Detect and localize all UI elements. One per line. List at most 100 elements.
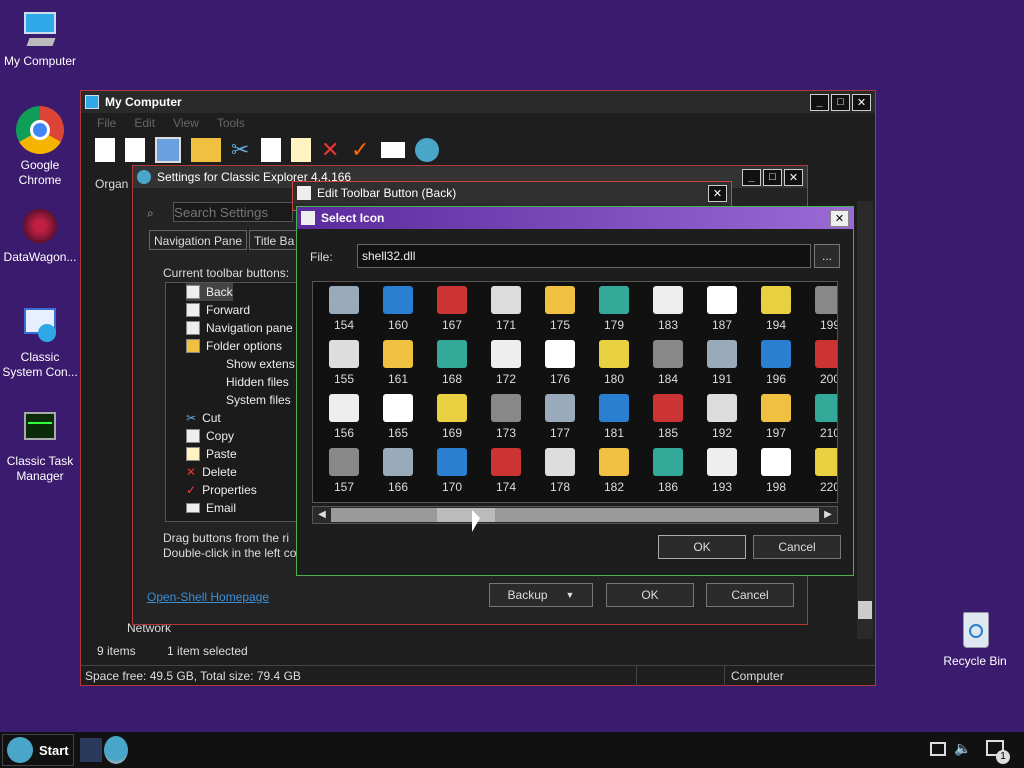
close-button[interactable]: ✕: [830, 209, 849, 227]
icon-cell[interactable]: 183: [641, 284, 695, 338]
open-shell-icon[interactable]: [415, 138, 439, 162]
explorer-titlebar[interactable]: My Computer _ □ ✕: [81, 91, 875, 113]
icon-cell[interactable]: 179: [587, 284, 641, 338]
taskbar-app-datawagon[interactable]: [80, 738, 102, 762]
menu-edit[interactable]: Edit: [134, 116, 155, 130]
folder-options-icon[interactable]: [191, 138, 221, 162]
desktop-icon-classic-task-manager[interactable]: Classic Task Manager: [0, 410, 80, 484]
copy-icon[interactable]: [261, 138, 281, 162]
icon-cell[interactable]: 166: [371, 446, 425, 500]
backup-button[interactable]: Backup ▼: [489, 583, 593, 607]
start-button[interactable]: Start: [2, 734, 74, 766]
icon-cell[interactable]: 165: [371, 392, 425, 446]
icon-cell[interactable]: 185: [641, 392, 695, 446]
icon-cell[interactable]: 155: [317, 338, 371, 392]
scroll-thumb[interactable]: [858, 601, 872, 619]
desktop-icon-my-computer[interactable]: My Computer: [0, 10, 80, 69]
icon-cell[interactable]: 172: [479, 338, 533, 392]
close-button[interactable]: ✕: [852, 93, 871, 111]
scroll-thumb[interactable]: [437, 508, 495, 522]
icon-cell[interactable]: 154: [317, 284, 371, 338]
desktop-icon-classic-system-control[interactable]: Classic System Con...: [0, 306, 80, 380]
network-icon[interactable]: [930, 742, 946, 756]
icon-cell[interactable]: 174: [479, 446, 533, 500]
icon-cell[interactable]: 171: [479, 284, 533, 338]
tree-item-properties[interactable]: ✓ Properties: [186, 481, 257, 499]
icon-grid-scrollbar[interactable]: ◀ ▶: [312, 506, 838, 524]
tree-item-cut[interactable]: ✂ Cut: [186, 409, 221, 427]
icon-cell[interactable]: 176: [533, 338, 587, 392]
taskbar-app-explorer[interactable]: [104, 736, 128, 764]
tree-item-system-files[interactable]: System files: [226, 391, 291, 409]
volume-icon[interactable]: 🔈: [954, 740, 971, 757]
email-icon[interactable]: [381, 142, 405, 158]
scroll-track[interactable]: [495, 508, 819, 522]
icon-cell[interactable]: 169: [425, 392, 479, 446]
icon-cell[interactable]: 177: [533, 392, 587, 446]
navigation-pane-icon[interactable]: [155, 137, 181, 163]
scroll-right-icon[interactable]: ▶: [821, 508, 835, 522]
tab-navigation-pane[interactable]: Navigation Pane: [149, 230, 248, 250]
icon-cell[interactable]: 167: [425, 284, 479, 338]
tree-item-back[interactable]: Back: [186, 283, 233, 301]
icon-cell[interactable]: 187: [695, 284, 749, 338]
tab-title-bar[interactable]: Title Ba: [249, 230, 300, 250]
properties-icon[interactable]: ✓: [351, 138, 371, 162]
tree-item-paste[interactable]: Paste: [186, 445, 237, 463]
maximize-button[interactable]: □: [831, 93, 850, 111]
icon-cell[interactable]: 220: [803, 446, 837, 500]
minimize-button[interactable]: _: [742, 168, 761, 186]
icon-cell[interactable]: 193: [695, 446, 749, 500]
icon-cell[interactable]: 181: [587, 392, 641, 446]
tree-item-forward[interactable]: Forward: [186, 301, 250, 319]
settings-cancel-button[interactable]: Cancel: [706, 583, 794, 607]
tree-item-delete[interactable]: ✕ Delete: [186, 463, 237, 481]
organize-label[interactable]: Organ: [95, 177, 128, 191]
copy-page-icon[interactable]: [125, 138, 145, 162]
icon-cell[interactable]: 157: [317, 446, 371, 500]
icon-cell[interactable]: 198: [749, 446, 803, 500]
icon-cell[interactable]: 191: [695, 338, 749, 392]
icon-cell[interactable]: 168: [425, 338, 479, 392]
select-icon-ok-button[interactable]: OK: [658, 535, 746, 559]
icon-cell[interactable]: 160: [371, 284, 425, 338]
scroll-left-icon[interactable]: ◀: [315, 508, 329, 522]
menu-tools[interactable]: Tools: [217, 116, 245, 130]
edit-toolbar-titlebar[interactable]: Edit Toolbar Button (Back) ✕: [293, 182, 731, 204]
desktop-icon-datawagon[interactable]: DataWagon...: [0, 206, 80, 265]
cut-icon[interactable]: ✂: [231, 138, 251, 162]
icon-cell[interactable]: 210: [803, 392, 837, 446]
icon-cell[interactable]: 200: [803, 338, 837, 392]
paste-icon[interactable]: [291, 138, 311, 162]
maximize-button[interactable]: □: [763, 168, 782, 186]
select-icon-cancel-button[interactable]: Cancel: [753, 535, 841, 559]
icon-cell[interactable]: 184: [641, 338, 695, 392]
icon-cell[interactable]: 192: [695, 392, 749, 446]
tree-item-navigation-pane[interactable]: Navigation pane: [186, 319, 293, 337]
search-input[interactable]: [173, 202, 293, 222]
settings-ok-button[interactable]: OK: [606, 583, 694, 607]
icon-cell[interactable]: 170: [425, 446, 479, 500]
scroll-track[interactable]: [331, 508, 437, 522]
desktop-icon-recycle-bin[interactable]: Recycle Bin: [935, 610, 1015, 669]
browse-button[interactable]: ...: [814, 244, 840, 268]
icon-cell[interactable]: 196: [749, 338, 803, 392]
minimize-button[interactable]: _: [810, 93, 829, 111]
icon-cell[interactable]: 156: [317, 392, 371, 446]
icon-cell[interactable]: 197: [749, 392, 803, 446]
close-button[interactable]: ✕: [784, 168, 803, 186]
icon-cell[interactable]: 178: [533, 446, 587, 500]
tree-item-folder-options[interactable]: Folder options: [186, 337, 282, 355]
right-scrollbar[interactable]: [857, 201, 873, 639]
homepage-link[interactable]: Open-Shell Homepage: [147, 590, 269, 604]
select-icon-titlebar[interactable]: Select Icon ✕: [297, 207, 853, 229]
close-button[interactable]: ✕: [708, 184, 727, 202]
icon-cell[interactable]: 161: [371, 338, 425, 392]
desktop-icon-google-chrome[interactable]: Google Chrome: [0, 106, 80, 188]
icon-cell[interactable]: 182: [587, 446, 641, 500]
tree-item-show-extensions[interactable]: Show extens: [226, 355, 295, 373]
icon-cell[interactable]: 186: [641, 446, 695, 500]
icon-cell[interactable]: 180: [587, 338, 641, 392]
file-input[interactable]: [357, 244, 811, 268]
tree-item-copy[interactable]: Copy: [186, 427, 234, 445]
